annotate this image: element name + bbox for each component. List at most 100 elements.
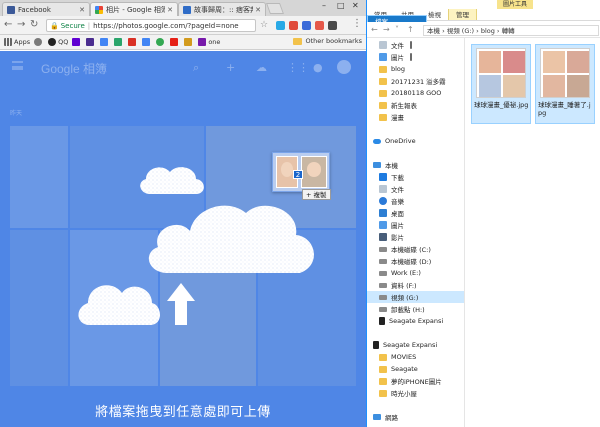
extension-icon[interactable] bbox=[289, 21, 298, 30]
apps-icon[interactable]: ⋮⋮ bbox=[287, 61, 309, 74]
bookmark-qq[interactable]: QQ bbox=[48, 38, 68, 46]
bookmark-item[interactable] bbox=[114, 38, 124, 46]
qq-icon bbox=[48, 38, 57, 46]
photo-thumbnail[interactable] bbox=[70, 126, 204, 228]
nav-item[interactable]: 網路 bbox=[367, 411, 464, 423]
nav-item[interactable]: 資料 (F:) bbox=[367, 279, 464, 291]
maximize-icon[interactable]: □ bbox=[337, 1, 345, 10]
fold-icon bbox=[379, 389, 387, 397]
nav-item[interactable]: 20171231 溢多霧 bbox=[367, 75, 464, 87]
dot-icon bbox=[34, 38, 43, 46]
menu-icon[interactable] bbox=[12, 61, 23, 70]
nav-item[interactable]: 文件 bbox=[367, 183, 464, 195]
photo-grid bbox=[0, 51, 366, 427]
bookmark-item[interactable] bbox=[184, 38, 194, 46]
back-icon[interactable]: ← bbox=[4, 19, 12, 31]
nav-item[interactable]: 下載 bbox=[367, 171, 464, 183]
notifications-icon[interactable]: ● bbox=[313, 61, 323, 74]
nav-item[interactable]: 時光小屋 bbox=[367, 387, 464, 399]
forward-icon[interactable]: → bbox=[383, 25, 390, 34]
file-item[interactable]: 球球漫畫_睡著了.jpg bbox=[535, 44, 595, 124]
extension-icon[interactable] bbox=[315, 21, 324, 30]
nav-item[interactable]: 視頻 (G:) bbox=[367, 291, 464, 303]
img-icon bbox=[379, 53, 387, 61]
app-brand: Google 相簿 bbox=[41, 62, 108, 76]
minimize-icon[interactable]: – bbox=[322, 1, 326, 10]
forward-icon[interactable]: → bbox=[17, 19, 25, 31]
bookmark-item[interactable] bbox=[156, 38, 166, 46]
tab-google-photos[interactable]: 相片 - Google 相簿 ✕ bbox=[90, 2, 178, 16]
nav-item[interactable]: 20180118 GOO bbox=[367, 87, 464, 99]
extension-icon[interactable] bbox=[328, 21, 337, 30]
other-bookmarks[interactable]: Other bookmarks bbox=[293, 37, 362, 45]
chevron-down-icon[interactable]: ˅ bbox=[395, 25, 399, 34]
nav-item[interactable]: 影片 bbox=[367, 231, 464, 243]
menu-icon[interactable]: ⋮ bbox=[352, 18, 362, 30]
tab-title: 故事歸周：:: 痞客邦 bbox=[194, 5, 254, 14]
pin-icon[interactable] bbox=[410, 41, 412, 49]
bookmark-item[interactable] bbox=[142, 38, 152, 46]
nav-item[interactable]: 圖片 bbox=[367, 51, 464, 63]
nav-item[interactable]: 卸載點 (H:) bbox=[367, 303, 464, 315]
nav-item[interactable]: 本機 bbox=[367, 159, 464, 171]
close-icon[interactable]: ✕ bbox=[167, 6, 173, 14]
bookmark-item[interactable] bbox=[72, 38, 82, 46]
bookmark-one[interactable]: one bbox=[198, 38, 220, 46]
nav-item[interactable]: 桌面 bbox=[367, 207, 464, 219]
plus-icon[interactable]: + bbox=[226, 61, 235, 74]
nav-item[interactable]: Work (E:) bbox=[367, 267, 464, 279]
nav-item-label: 音樂 bbox=[391, 198, 404, 206]
nav-item-label: 影片 bbox=[391, 234, 404, 242]
reload-icon[interactable]: ↻ bbox=[30, 19, 38, 31]
photo-thumbnail[interactable] bbox=[10, 126, 68, 228]
yahoo-icon bbox=[72, 38, 81, 46]
nav-item[interactable]: MOVIES bbox=[367, 351, 464, 363]
nav-item[interactable]: 文件 bbox=[367, 39, 464, 51]
address-bar[interactable]: 🔒 Secure | https://photos.google.com/?pa… bbox=[46, 19, 256, 32]
window-close-icon[interactable]: ✕ bbox=[352, 1, 359, 10]
close-icon[interactable]: ✕ bbox=[255, 6, 261, 14]
photo-thumbnail[interactable] bbox=[10, 230, 68, 386]
nav-item[interactable]: OneDrive bbox=[367, 135, 464, 147]
bookmark-star-icon[interactable]: ☆ bbox=[260, 20, 268, 30]
back-icon[interactable]: ← bbox=[371, 25, 378, 34]
nav-item[interactable]: Seagate bbox=[367, 363, 464, 375]
new-tab-button[interactable] bbox=[265, 3, 285, 14]
nav-item[interactable]: 本機磁碟 (D:) bbox=[367, 255, 464, 267]
nav-item[interactable]: 夢的iPHONE圖片 bbox=[367, 375, 464, 387]
bookmark-item[interactable] bbox=[100, 38, 110, 46]
nav-item[interactable]: 本機磁碟 (C:) bbox=[367, 243, 464, 255]
extension-cloud-icon[interactable] bbox=[276, 21, 285, 30]
bookmark-apps[interactable]: Apps bbox=[4, 38, 30, 46]
photo-thumbnail[interactable] bbox=[258, 230, 356, 386]
nav-item[interactable]: Seagate Expansi bbox=[367, 339, 464, 351]
upload-icon[interactable]: ☁ bbox=[256, 61, 267, 74]
tab-manage[interactable]: 管理 bbox=[448, 9, 477, 20]
photos-drop-zone[interactable]: Google 相簿 ⌕ + ☁ ⋮⋮ ● 昨天 2 + 複製 將檔案拖曳到任意處… bbox=[0, 51, 366, 427]
bookmark-item[interactable] bbox=[34, 38, 44, 46]
photo-thumbnail[interactable] bbox=[70, 230, 158, 386]
bookmark-item[interactable] bbox=[86, 38, 96, 46]
up-icon[interactable]: ↑ bbox=[407, 25, 414, 34]
nav-item[interactable]: 圖片 bbox=[367, 219, 464, 231]
nav-item[interactable]: 新生報表 bbox=[367, 99, 464, 111]
photo-thumbnail[interactable] bbox=[160, 230, 256, 386]
extension-icon[interactable] bbox=[302, 21, 311, 30]
tab-facebook[interactable]: Facebook ✕ bbox=[2, 2, 90, 16]
nav-item-label: 桌面 bbox=[391, 210, 404, 218]
nav-item[interactable]: Seagate Expansi bbox=[367, 315, 464, 327]
nav-item[interactable]: blog bbox=[367, 63, 464, 75]
bookmark-item[interactable] bbox=[128, 38, 138, 46]
search-icon[interactable]: ⌕ bbox=[193, 61, 199, 75]
tab-pixnet[interactable]: 故事歸周：:: 痞客邦 ✕ bbox=[178, 2, 266, 16]
pin-icon[interactable] bbox=[410, 53, 412, 61]
nav-item[interactable]: 漫畫 bbox=[367, 111, 464, 123]
close-icon[interactable]: ✕ bbox=[79, 6, 85, 14]
explorer-path[interactable]: 本機 › 視頻 (G:) › blog › 轉轉 bbox=[423, 25, 599, 36]
avatar[interactable] bbox=[337, 60, 351, 74]
nav-item[interactable]: 音樂 bbox=[367, 195, 464, 207]
doc-icon bbox=[379, 185, 387, 193]
file-item[interactable]: 球球漫畫_優祕.jpg bbox=[471, 44, 531, 124]
bookmark-item[interactable] bbox=[170, 38, 180, 46]
